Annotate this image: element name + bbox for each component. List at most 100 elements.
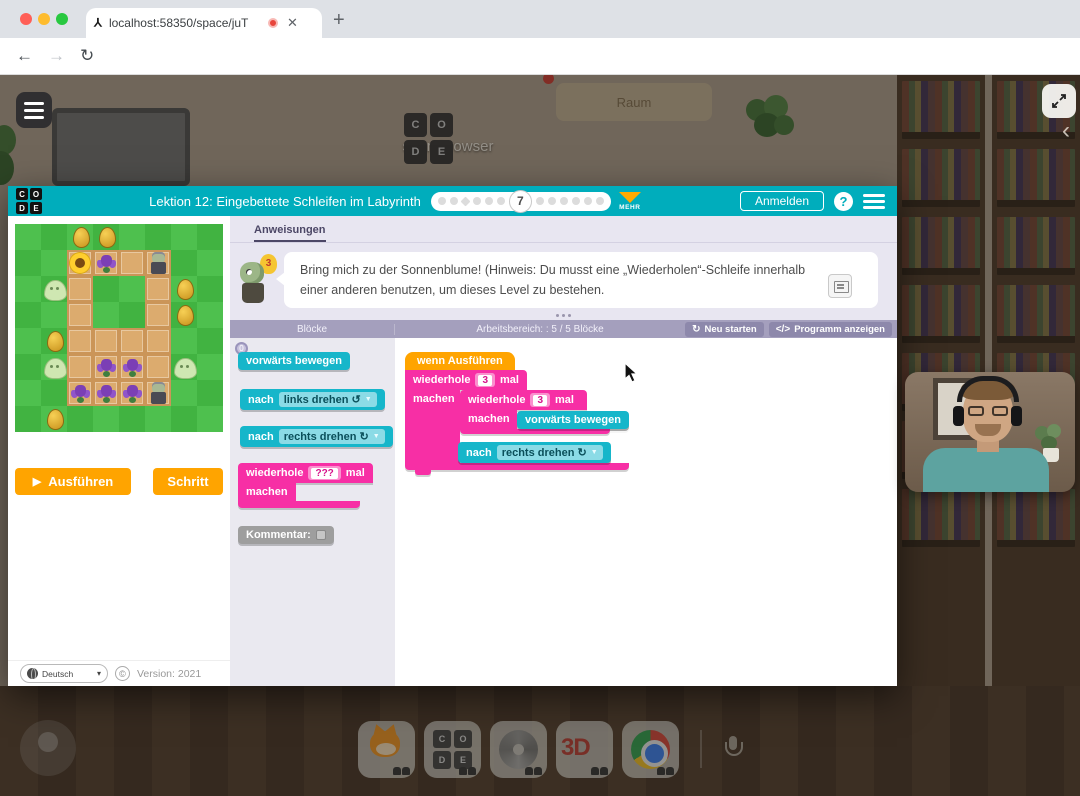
code-org-logo: CO DE <box>16 188 42 214</box>
new-tab-button[interactable]: + <box>333 9 345 32</box>
comment-field[interactable] <box>315 530 326 540</box>
level-dot[interactable] <box>535 197 544 205</box>
turn-right-block[interactable]: nach rechts drehen ↻ ▼ <box>458 442 611 463</box>
maze-cell <box>15 276 41 302</box>
level-dot[interactable] <box>472 197 481 205</box>
maze-cell <box>15 406 41 432</box>
program: wenn Ausführen wiederhole 3 mal machen w… <box>405 351 629 475</box>
maze-cell <box>67 354 93 380</box>
maze-cell <box>67 328 93 354</box>
version-label: Version: 2021 <box>137 667 202 680</box>
tab-title: localhost:58350/space/juT <box>108 16 249 30</box>
blob-sprite <box>41 354 67 380</box>
browser-tab[interactable]: ⅄ localhost:58350/space/juT ✕ <box>86 8 322 38</box>
tab-anweisungen[interactable]: Anweisungen <box>254 224 326 242</box>
resize-handle[interactable] <box>556 314 571 317</box>
maze-cell <box>197 276 223 302</box>
maze-cell <box>197 380 223 406</box>
maze-cell <box>145 354 171 380</box>
maze-cell <box>145 224 171 250</box>
mouse-cursor <box>624 362 639 383</box>
more-levels-dropdown[interactable]: MEHR <box>618 191 641 211</box>
maze-cell <box>145 302 171 328</box>
step-button[interactable]: Schritt <box>153 468 223 495</box>
turn-direction-dropdown[interactable]: rechts drehen ↻ ▼ <box>496 445 603 460</box>
forward-button[interactable]: → <box>48 46 65 66</box>
palette-block-repeat[interactable]: wiederhole ??? mal machen <box>238 463 373 508</box>
help-button[interactable]: ? <box>834 191 853 211</box>
chevron-left-icon[interactable]: ‹ <box>1062 117 1070 145</box>
browser-toolbar: ← → ↻ i localhost:58350/space/juTPMPmZhf… <box>0 38 1080 109</box>
level-dot[interactable] <box>547 197 556 205</box>
sign-in-button[interactable]: Anmelden <box>739 191 824 211</box>
code-workspace[interactable]: wenn Ausführen wiederhole 3 mal machen w… <box>395 338 897 686</box>
palette-block-turn-left[interactable]: nach links drehen ↺ ▼ <box>240 389 385 410</box>
move-forward-block[interactable]: vorwärts bewegen <box>517 411 629 429</box>
run-button[interactable]: ▶ Ausführen <box>15 468 131 495</box>
chevron-down-icon: ▼ <box>372 433 380 440</box>
glasses <box>968 406 1008 416</box>
reload-button[interactable]: ↻ <box>80 46 94 66</box>
show-code-button[interactable]: </> Programm anzeigen <box>768 321 892 337</box>
webcam-video[interactable] <box>905 372 1075 492</box>
maze-cell <box>67 276 93 302</box>
person-shirt <box>923 448 1049 492</box>
tab-close-icon[interactable]: ✕ <box>287 15 298 31</box>
collapse-arrows-icon <box>1052 94 1066 108</box>
maze-cell <box>41 380 67 406</box>
lesson-title: Lektion 12: Eingebettete Schleifen im La… <box>149 193 421 209</box>
sunflower-sprite <box>67 250 93 276</box>
level-dot[interactable] <box>437 197 446 205</box>
blocks-column-label: Blöcke <box>230 323 395 335</box>
repeat-count-field[interactable]: 3 <box>478 375 493 386</box>
when-run-block[interactable]: wenn Ausführen <box>405 352 515 370</box>
level-dot[interactable] <box>559 197 568 205</box>
palette-block-move[interactable]: vorwärts bewegen <box>238 352 350 370</box>
egg-sprite <box>93 224 119 250</box>
maze-cell <box>119 302 145 328</box>
level-dot[interactable] <box>571 197 580 205</box>
flower-sprite <box>119 354 145 380</box>
window-zoom-button[interactable] <box>56 13 68 25</box>
instructions-panel: Anweisungen 3 Bring mich zu der Sonnenbl… <box>230 216 897 320</box>
level-dot[interactable] <box>449 197 458 205</box>
maze-cell <box>41 224 67 250</box>
screen: ⅄ localhost:58350/space/juT ✕ + ← → ↻ i … <box>0 0 1080 796</box>
maze-cell <box>93 406 119 432</box>
game-panel: ▶ Ausführen Schritt Deutsch ▾ © Version:… <box>8 216 230 686</box>
current-level-badge[interactable]: 7 <box>508 189 532 213</box>
maze-cell <box>93 276 119 302</box>
window-close-button[interactable] <box>20 13 32 25</box>
app-body: ▶ Ausführen Schritt Deutsch ▾ © Version:… <box>8 216 897 686</box>
blob-sprite <box>41 276 67 302</box>
copyright-icon[interactable]: © <box>115 666 130 681</box>
read-aloud-button[interactable] <box>828 274 852 298</box>
language-select[interactable]: Deutsch ▾ <box>20 664 108 683</box>
room-menu-button[interactable] <box>16 92 52 128</box>
repeat-count-field[interactable]: ??? <box>311 468 338 479</box>
maze-cell <box>145 328 171 354</box>
level-dot[interactable] <box>460 196 471 206</box>
repeat-count-field[interactable]: 3 <box>533 395 548 406</box>
palette-block-comment[interactable]: Kommentar: <box>238 526 334 544</box>
maze-cell <box>197 250 223 276</box>
virtual-room-background: Raum sharpbrowser CO DE <box>0 75 1080 796</box>
outer-repeat-block[interactable]: wiederhole 3 mal machen wiederhole 3 mal… <box>405 370 629 475</box>
egg-sprite <box>171 276 197 302</box>
maze-cell <box>197 302 223 328</box>
app-menu-button[interactable] <box>863 193 885 209</box>
level-dot[interactable] <box>595 197 604 205</box>
code-org-app: CO DE Lektion 12: Eingebettete Schleifen… <box>8 186 897 686</box>
inner-repeat-block[interactable]: wiederhole 3 mal machen vorwärts bewegen <box>460 390 629 434</box>
turn-direction-dropdown[interactable]: links drehen ↺ ▼ <box>278 392 377 407</box>
palette-block-turn-right[interactable]: nach rechts drehen ↻ ▼ <box>240 426 393 447</box>
level-dot[interactable] <box>484 197 493 205</box>
collapse-view-button[interactable] <box>1042 84 1076 118</box>
level-dot[interactable] <box>583 197 592 205</box>
window-minimize-button[interactable] <box>38 13 50 25</box>
back-button[interactable]: ← <box>16 46 33 66</box>
turn-direction-dropdown[interactable]: rechts drehen ↻ ▼ <box>278 429 385 444</box>
level-dot[interactable] <box>496 197 505 205</box>
restart-button[interactable]: ↻ Neu starten <box>685 321 764 337</box>
maze-cell <box>171 406 197 432</box>
